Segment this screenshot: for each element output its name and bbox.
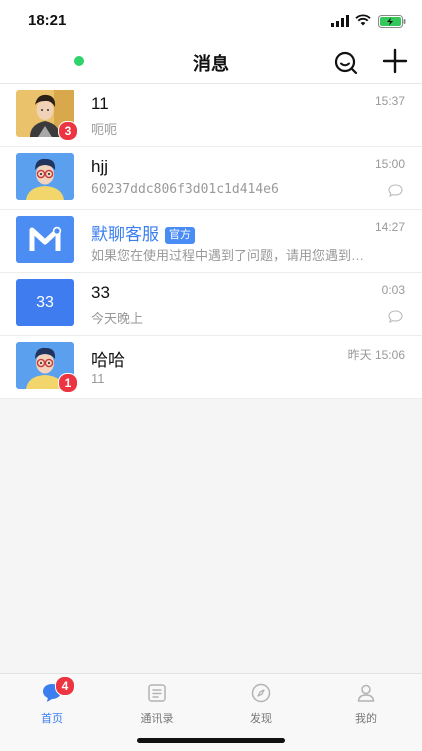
person-icon [357,684,375,702]
message-preview: 11 [91,371,105,386]
unread-badge: 3 [58,121,78,141]
muted-chat-bubble-icon [388,310,403,323]
search-icon[interactable] [333,50,359,76]
tab-contacts[interactable]: 通讯录 [117,682,197,726]
cartoon-man-avatar-icon [16,153,74,200]
status-bar: 18:21 [0,0,422,40]
contact-name: 11 [91,94,109,113]
tab-home[interactable]: 4 首页 [12,676,92,726]
battery-charging-icon [378,15,406,28]
contact-name: 默聊客服 官方 [91,220,195,245]
conversation-row[interactable]: 3 11 呃呃 15:37 [0,84,422,147]
message-preview: 呃呃 [91,122,118,137]
add-icon[interactable] [382,48,408,74]
message-time: 0:03 [381,283,405,297]
status-time: 18:21 [28,12,67,29]
message-preview: 今天晚上 [91,311,144,326]
compass-icon [251,683,271,703]
tab-discover[interactable]: 发现 [221,682,301,726]
tab-me-icon-wrap [355,682,377,704]
home-indicator[interactable] [137,738,285,743]
contacts-icon [148,684,166,702]
message-time: 15:37 [374,94,405,108]
conversation-row[interactable]: 默聊客服官方 如果您在使用过程中遇到了问题，请用您遇到的问题描述 14:27 [0,210,422,273]
contact-name: 33 [91,283,110,302]
tab-label: 通讯录 [140,713,174,725]
official-tag: 官方 [165,227,195,244]
avatar-text: 33 [36,294,54,311]
message-preview: 如果您在使用过程中遇到了问题，请用您遇到的问题描述 [91,248,371,263]
cellular-signal-icon [331,15,349,27]
wifi-icon [355,14,371,26]
unread-badge: 1 [58,373,78,393]
message-preview: 60237ddc806f3d01c1d414e6 [91,182,279,197]
conversation-row[interactable]: 1 哈哈 11 昨天 15:06 [0,336,422,399]
tab-discover-icon-wrap [250,682,272,704]
tab-home-icon-wrap: 4 [41,676,75,704]
muted-chat-bubble-icon [388,184,403,197]
conversation-row[interactable]: 33 33 今天晚上 0:03 [0,273,422,336]
cartoon-man-avatar-icon: 1 [16,342,78,393]
conversation-row[interactable]: hjj 60237ddc806f3d01c1d414e6 15:00 [0,147,422,210]
tab-label: 发现 [250,713,272,725]
message-time: 昨天 15:06 [347,348,405,362]
text-avatar: 33 [16,279,74,326]
tab-label: 首页 [41,713,63,725]
contact-name-text: 默聊客服 [91,225,159,244]
conversation-list: 3 11 呃呃 15:37 hjj 60237ddc806f3d01c1d414… [0,84,422,399]
m-logo-avatar-icon [16,216,74,263]
message-time: 14:27 [374,220,405,234]
contact-name: hjj [91,157,109,176]
tab-label: 我的 [355,713,377,725]
tab-unread-badge: 4 [55,676,75,696]
tab-contacts-icon-wrap [146,682,168,704]
nav-bar: 消息 [0,40,422,84]
photo-avatar-icon: 3 [16,90,78,141]
message-time: 15:00 [374,157,405,171]
tab-bar: 4 首页 通讯录 发现 我的 [0,673,422,751]
tab-me[interactable]: 我的 [326,682,406,726]
contact-name: 哈哈 [91,351,125,370]
